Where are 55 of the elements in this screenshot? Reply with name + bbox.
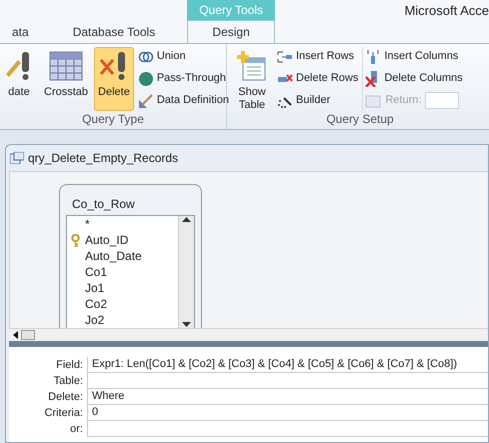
key-icon xyxy=(71,234,80,246)
ruler-pencil-icon xyxy=(138,92,154,108)
left-arrow-icon xyxy=(13,331,18,339)
return-icon xyxy=(365,92,382,108)
group-label: Query Type xyxy=(81,111,145,128)
ribbon-large-button[interactable]: Show Table xyxy=(231,47,273,111)
ribbon-tab[interactable]: Database Tools xyxy=(60,20,168,43)
group-label: Query Setup xyxy=(325,111,395,128)
table-field[interactable]: Jo2 xyxy=(83,312,104,328)
grid-cell[interactable]: Where xyxy=(87,389,488,405)
grid-cell[interactable] xyxy=(87,421,488,437)
table-field[interactable]: Co2 xyxy=(83,296,108,312)
ribbon-small-button[interactable]: Pass-Through xyxy=(138,69,229,88)
ribbon-small-button[interactable]: Insert Columns xyxy=(365,47,463,66)
grid-row-label: Field: xyxy=(55,358,84,373)
ribbon-small-button[interactable]: Insert Rows xyxy=(277,47,358,66)
table-plus-icon xyxy=(237,50,267,82)
table-field[interactable]: Auto_ID xyxy=(83,232,128,248)
query-icon xyxy=(10,152,24,164)
grid-cell[interactable]: 0 xyxy=(87,405,488,421)
query-window-title: qry_Delete_Empty_Records xyxy=(28,150,178,167)
ribbon-small-button[interactable]: Delete Columns xyxy=(365,69,463,88)
table-title: Co_to_Row xyxy=(71,196,136,213)
return-label: Return: xyxy=(385,93,422,108)
table-field[interactable]: Auto_Date xyxy=(83,248,142,264)
ribbon-small-button[interactable]: Delete Rows xyxy=(277,69,358,88)
ribbon-small-button[interactable]: Builder xyxy=(277,91,358,110)
app-title: Microsoft Acce xyxy=(404,2,489,20)
table-field[interactable]: * xyxy=(83,216,90,232)
ribbon-large-button[interactable]: Crosstab xyxy=(40,47,92,111)
return-field[interactable] xyxy=(425,92,460,109)
down-arrow-icon xyxy=(182,322,191,327)
scroll-thumb[interactable] xyxy=(21,330,35,340)
vertical-scrollbar[interactable] xyxy=(178,216,194,328)
pane-splitter[interactable] xyxy=(9,341,488,347)
context-tab-label: Query Tools xyxy=(187,0,275,20)
table-field[interactable]: Jo1 xyxy=(83,280,104,296)
table-field[interactable]: Co1 xyxy=(83,264,108,280)
up-arrow-icon xyxy=(182,217,191,222)
grid-row-label: Table: xyxy=(52,374,84,389)
insert-rows-icon xyxy=(277,48,293,64)
grid-row-label: Criteria: xyxy=(43,406,84,421)
grid-row-label: Delete: xyxy=(47,390,84,405)
ribbon-tab[interactable]: Design xyxy=(187,20,275,43)
insert-columns-icon xyxy=(365,48,382,64)
ribbon-tab[interactable]: ata xyxy=(0,20,41,43)
grid-row-label: or: xyxy=(69,422,84,437)
grid-cell[interactable]: Expr1: Len([Co1] & [Co2] & [Co3] & [Co4] & [Co5] & [Co6] & [Co7] & [Co8]) xyxy=(87,357,488,373)
grid-cell[interactable] xyxy=(87,373,488,389)
ribbon-large-button[interactable]: Delete xyxy=(94,47,134,111)
ribbon-small-button[interactable]: Data Definition xyxy=(138,91,229,110)
grid-table-icon xyxy=(49,50,84,82)
ribbon-small-button[interactable]: Union xyxy=(138,47,229,66)
ribbon-large-button[interactable]: date xyxy=(0,47,38,111)
horizontal-scrollbar[interactable] xyxy=(9,328,488,341)
